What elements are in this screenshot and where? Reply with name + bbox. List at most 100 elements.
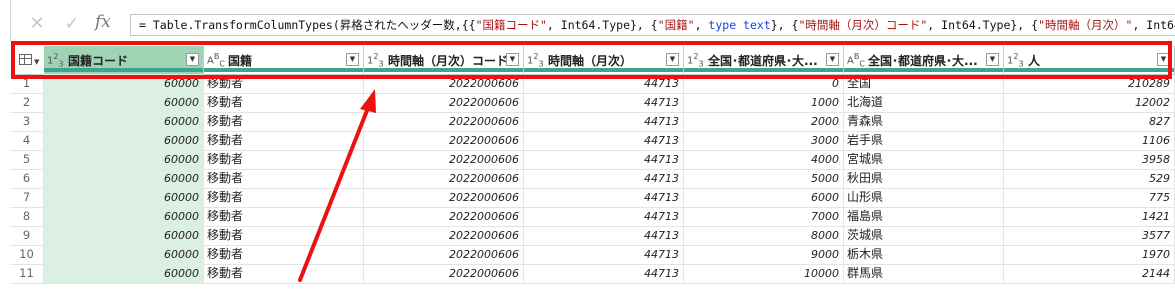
row-number[interactable]: 2 [10,93,44,112]
table-cell[interactable]: 北海道 [844,93,1004,112]
filter-dropdown-icon[interactable]: ▼ [506,53,519,66]
table-cell[interactable]: 2022000606 [364,150,524,169]
table-cell[interactable]: 3000 [684,131,844,150]
table-cell[interactable]: 60000 [44,74,204,93]
table-cell[interactable]: 移動者 [204,150,364,169]
table-cell[interactable]: 44713 [524,245,684,264]
table-cell[interactable]: 移動者 [204,264,364,283]
table-cell[interactable]: 移動者 [204,226,364,245]
table-cell[interactable]: 茨城県 [844,226,1004,245]
table-cell[interactable]: 60000 [44,207,204,226]
table-cell[interactable]: 529 [1004,169,1175,188]
column-header-5[interactable]: 123 全国･都道府県･大... ▼ [684,46,844,74]
table-cell[interactable]: 3958 [1004,150,1175,169]
table-cell[interactable]: 2022000606 [364,188,524,207]
row-number[interactable]: 5 [10,150,44,169]
row-number[interactable]: 9 [10,226,44,245]
table-cell[interactable]: 宮城県 [844,150,1004,169]
column-header-4[interactable]: 123 時間軸（月次） ▼ [524,46,684,74]
table-cell[interactable]: 移動者 [204,74,364,93]
table-cell[interactable]: 60000 [44,226,204,245]
whole-number-type-icon[interactable]: 123 [367,52,384,68]
row-number[interactable]: 6 [10,169,44,188]
filter-dropdown-icon[interactable]: ▼ [826,53,839,66]
table-cell[interactable]: 移動者 [204,188,364,207]
table-cell[interactable]: 1000 [684,93,844,112]
row-number[interactable]: 3 [10,112,44,131]
table-cell[interactable]: 移動者 [204,112,364,131]
table-cell[interactable]: 7000 [684,207,844,226]
table-cell[interactable]: 0 [684,74,844,93]
table-cell[interactable]: 2022000606 [364,226,524,245]
table-cell[interactable]: 827 [1004,112,1175,131]
row-number[interactable]: 11 [10,264,44,283]
table-cell[interactable]: 移動者 [204,93,364,112]
table-cell[interactable]: 2022000606 [364,207,524,226]
row-number[interactable]: 10 [10,245,44,264]
queries-pane-edge[interactable] [0,0,11,42]
table-cell[interactable]: 60000 [44,169,204,188]
table-cell[interactable]: 8000 [684,226,844,245]
table-cell[interactable]: 60000 [44,245,204,264]
whole-number-type-icon[interactable]: 123 [527,52,544,68]
table-cell[interactable]: 1106 [1004,131,1175,150]
table-cell[interactable]: 山形県 [844,188,1004,207]
table-cell[interactable]: 44713 [524,169,684,188]
table-cell[interactable]: 移動者 [204,131,364,150]
table-cell[interactable]: 44713 [524,112,684,131]
table-cell[interactable]: 2022000606 [364,169,524,188]
table-cell[interactable]: 60000 [44,112,204,131]
whole-number-type-icon[interactable]: 123 [687,52,704,68]
table-cell[interactable]: 5000 [684,169,844,188]
table-cell[interactable]: 60000 [44,188,204,207]
filter-dropdown-icon[interactable]: ▼ [666,53,679,66]
filter-dropdown-icon[interactable]: ▼ [1157,53,1170,66]
table-cell[interactable]: 1421 [1004,207,1175,226]
table-cell[interactable]: 60000 [44,150,204,169]
table-cell[interactable]: 4000 [684,150,844,169]
table-cell[interactable]: 9000 [684,245,844,264]
table-cell[interactable]: 2022000606 [364,131,524,150]
table-cell[interactable]: 移動者 [204,169,364,188]
table-cell[interactable]: 60000 [44,264,204,283]
table-cell[interactable]: 全国 [844,74,1004,93]
table-menu-button[interactable]: ▼ [10,46,45,74]
table-cell[interactable]: 秋田県 [844,169,1004,188]
table-cell[interactable]: 44713 [524,264,684,283]
table-cell[interactable]: 775 [1004,188,1175,207]
table-cell[interactable]: 10000 [684,264,844,283]
table-cell[interactable]: 44713 [524,207,684,226]
table-cell[interactable]: 44713 [524,74,684,93]
table-cell[interactable]: 福島県 [844,207,1004,226]
formula-input[interactable]: = Table.TransformColumnTypes(昇格されたヘッダー数,… [130,14,1175,36]
table-cell[interactable]: 2022000606 [364,245,524,264]
column-header-2[interactable]: ABC 国籍 ▼ [204,46,364,74]
filter-dropdown-icon[interactable]: ▼ [186,53,199,66]
filter-dropdown-icon[interactable]: ▼ [346,53,359,66]
whole-number-type-icon[interactable]: 123 [1007,52,1024,68]
table-cell[interactable]: 2022000606 [364,112,524,131]
close-icon[interactable]: ✕ [27,14,47,34]
table-cell[interactable]: 60000 [44,131,204,150]
whole-number-type-icon[interactable]: 123 [47,52,64,68]
table-cell[interactable]: 岩手県 [844,131,1004,150]
table-cell[interactable]: 44713 [524,93,684,112]
row-number[interactable]: 7 [10,188,44,207]
filter-dropdown-icon[interactable]: ▼ [986,53,999,66]
table-cell[interactable]: 群馬県 [844,264,1004,283]
table-cell[interactable]: 44713 [524,188,684,207]
text-type-icon[interactable]: ABC [847,52,865,68]
table-cell[interactable]: 44713 [524,131,684,150]
table-cell[interactable]: 44713 [524,226,684,245]
table-cell[interactable]: 60000 [44,93,204,112]
row-number[interactable]: 1 [10,74,44,93]
row-number[interactable]: 4 [10,131,44,150]
column-header-1[interactable]: 123 国籍コード ▼ [44,46,204,74]
table-cell[interactable]: 2022000606 [364,264,524,283]
table-cell[interactable]: 栃木県 [844,245,1004,264]
check-icon[interactable]: ✓ [62,14,82,34]
table-cell[interactable]: 移動者 [204,245,364,264]
column-header-6[interactable]: ABC 全国･都道府県･大... ▼ [844,46,1004,74]
column-header-7[interactable]: 123 人 ▼ [1004,46,1175,74]
column-header-3[interactable]: 123 時間軸（月次）コード ▼ [364,46,524,74]
